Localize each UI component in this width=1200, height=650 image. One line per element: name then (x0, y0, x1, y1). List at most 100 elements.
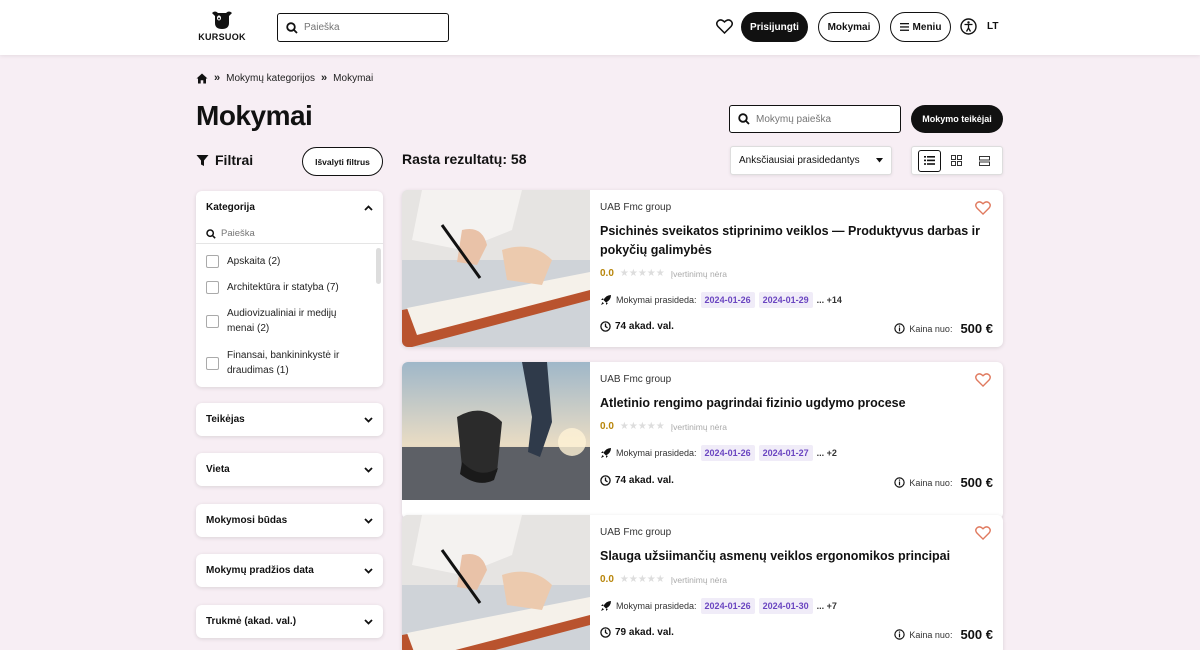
course-card[interactable]: UAB Fmc group Psichinės sveikatos stipri… (402, 190, 1003, 347)
info-icon[interactable] (894, 477, 906, 488)
date-chip[interactable]: 2024-01-26 (700, 598, 755, 614)
more-dates[interactable]: ... +2 (817, 448, 837, 458)
chevron-down-icon (364, 618, 373, 625)
course-image-notebook[interactable] (402, 190, 590, 347)
info-icon[interactable] (894, 629, 906, 640)
logo[interactable]: KURSUOK (196, 9, 248, 47)
price-label: Kaina nuo: (909, 323, 953, 334)
course-price: Kaina nuo: 500 € (894, 627, 993, 642)
checkbox[interactable] (206, 254, 219, 268)
menu-label: Meniu (912, 21, 942, 33)
filter-panel-title: Vieta (206, 464, 230, 475)
results-count: Rasta rezultatų: 58 (402, 151, 527, 167)
duration-value: 74 akad. val. (615, 321, 674, 332)
site-search[interactable] (277, 13, 449, 42)
category-filter-panel: Kategorija Apskaita (2) Architektūra ir … (196, 191, 383, 387)
duration-value: 74 akad. val. (615, 475, 674, 486)
rating-row: 0.0 ★★★★★ Įvertinimų nėra (600, 574, 727, 585)
learning-mode-filter-panel[interactable]: Mokymosi būdas (196, 504, 383, 537)
login-button[interactable]: Prisijungti (741, 12, 808, 42)
course-provider[interactable]: UAB Fmc group (600, 527, 671, 538)
category-label: Apskaita (2) (227, 255, 281, 267)
rating-stars: ★★★★★ (619, 421, 665, 432)
date-chip[interactable]: 2024-01-26 (700, 445, 755, 461)
language-switch[interactable]: LT (987, 21, 998, 32)
rating-stars: ★★★★★ (619, 574, 665, 585)
course-provider[interactable]: UAB Fmc group (600, 374, 671, 385)
menu-button[interactable]: Meniu (890, 12, 951, 42)
breadcrumb-categories[interactable]: Mokymų kategorijos (226, 73, 315, 84)
category-label: Architektūra ir statyba (7) (227, 281, 339, 293)
duration-filter-panel[interactable]: Trukmė (akad. val.) (196, 605, 383, 638)
info-icon[interactable] (894, 323, 906, 334)
category-scrollbar[interactable] (376, 248, 381, 284)
rows-view-icon (978, 155, 990, 166)
caret-down-icon (876, 158, 883, 163)
course-search-input[interactable] (756, 113, 886, 125)
location-filter-panel[interactable]: Vieta (196, 453, 383, 486)
rating-row: 0.0 ★★★★★ Įvertinimų nėra (600, 268, 727, 279)
rating-value: 0.0 (600, 421, 614, 432)
clear-filters-button[interactable]: Išvalyti filtrus (302, 147, 383, 176)
category-search-input[interactable] (221, 228, 371, 239)
checkbox[interactable] (206, 356, 219, 370)
provider-filter-panel[interactable]: Teikėjas (196, 403, 383, 436)
course-search[interactable] (729, 105, 901, 133)
chevron-up-icon (364, 204, 373, 211)
date-chip[interactable]: 2024-01-27 (758, 445, 813, 461)
providers-button[interactable]: Mokymo teikėjai (911, 105, 1003, 133)
more-dates[interactable]: ... +14 (817, 295, 842, 305)
category-checkbox-item[interactable]: Architektūra ir statyba (7) (196, 274, 369, 300)
course-title[interactable]: Slauga užsiimančių asmenų veiklos ergono… (600, 547, 990, 566)
filters-label: Filtrai (215, 152, 254, 168)
category-checkbox-item[interactable]: Apskaita (2) (196, 248, 369, 274)
date-chip[interactable]: 2024-01-30 (758, 598, 813, 614)
start-dates-row: Mokymai prasideda: 2024-01-26 2024-01-29… (600, 292, 842, 308)
breadcrumb-current: Mokymai (333, 72, 374, 84)
course-price: Kaina nuo: 500 € (894, 321, 993, 336)
no-rating-label: Įvertinimų nėra (670, 421, 727, 432)
course-card[interactable]: UAB Fmc group Slauga užsiimančių asmenų … (402, 515, 1003, 650)
compact-view-button[interactable] (973, 150, 996, 172)
grid-view-button[interactable] (945, 150, 968, 172)
list-view-button[interactable] (918, 149, 942, 172)
chevron-down-icon (364, 466, 373, 473)
category-label: Audiovizualiniai ir medijų menai (2) (227, 308, 337, 334)
course-card-body: UAB Fmc group Psichinės sveikatos stipri… (600, 190, 993, 347)
favorite-heart-icon[interactable] (975, 201, 991, 215)
checkbox[interactable] (206, 314, 219, 328)
course-image-notebook[interactable] (402, 515, 590, 650)
rocket-icon (601, 295, 611, 305)
home-icon[interactable] (196, 73, 208, 84)
date-chip[interactable]: 2024-01-29 (758, 292, 813, 308)
favorite-heart-icon[interactable] (975, 373, 991, 387)
grid-view-icon (951, 155, 963, 166)
courses-nav-button[interactable]: Mokymai (818, 12, 880, 42)
course-image-runner[interactable] (402, 362, 590, 500)
category-checkbox-item[interactable]: Audiovizualiniai ir medijų menai (2) (196, 300, 369, 342)
category-checkbox-item[interactable]: Finansai, bankininkystė ir draudimas (1) (196, 342, 369, 384)
accessibility-icon[interactable] (960, 18, 977, 35)
favorite-heart-icon[interactable] (975, 526, 991, 540)
date-chip[interactable]: 2024-01-26 (700, 292, 755, 308)
sort-select[interactable]: Anksčiausiai prasidedantys (730, 146, 892, 175)
list-view-icon (924, 156, 936, 165)
price-label: Kaina nuo: (909, 477, 953, 488)
category-list: Apskaita (2) Architektūra ir statyba (7)… (196, 248, 383, 384)
chevron-down-icon (364, 567, 373, 574)
no-rating-label: Įvertinimų nėra (670, 268, 727, 279)
more-dates[interactable]: ... +7 (817, 601, 837, 611)
category-filter-header[interactable]: Kategorija (196, 191, 383, 224)
course-card[interactable]: UAB Fmc group Atletinio rengimo pagrinda… (402, 362, 1003, 519)
clock-icon (600, 627, 611, 638)
course-provider[interactable]: UAB Fmc group (600, 202, 671, 213)
start-dates-row: Mokymai prasideda: 2024-01-26 2024-01-27… (600, 445, 837, 461)
favorites-heart-icon[interactable] (716, 19, 733, 34)
site-search-input[interactable] (304, 22, 434, 33)
chevron-down-icon (364, 416, 373, 423)
checkbox[interactable] (206, 280, 219, 294)
course-title[interactable]: Atletinio rengimo pagrindai fizinio ugdy… (600, 394, 990, 413)
category-search[interactable] (196, 224, 383, 244)
start-date-filter-panel[interactable]: Mokymų pradžios data (196, 554, 383, 587)
course-title[interactable]: Psichinės sveikatos stiprinimo veiklos —… (600, 222, 990, 260)
